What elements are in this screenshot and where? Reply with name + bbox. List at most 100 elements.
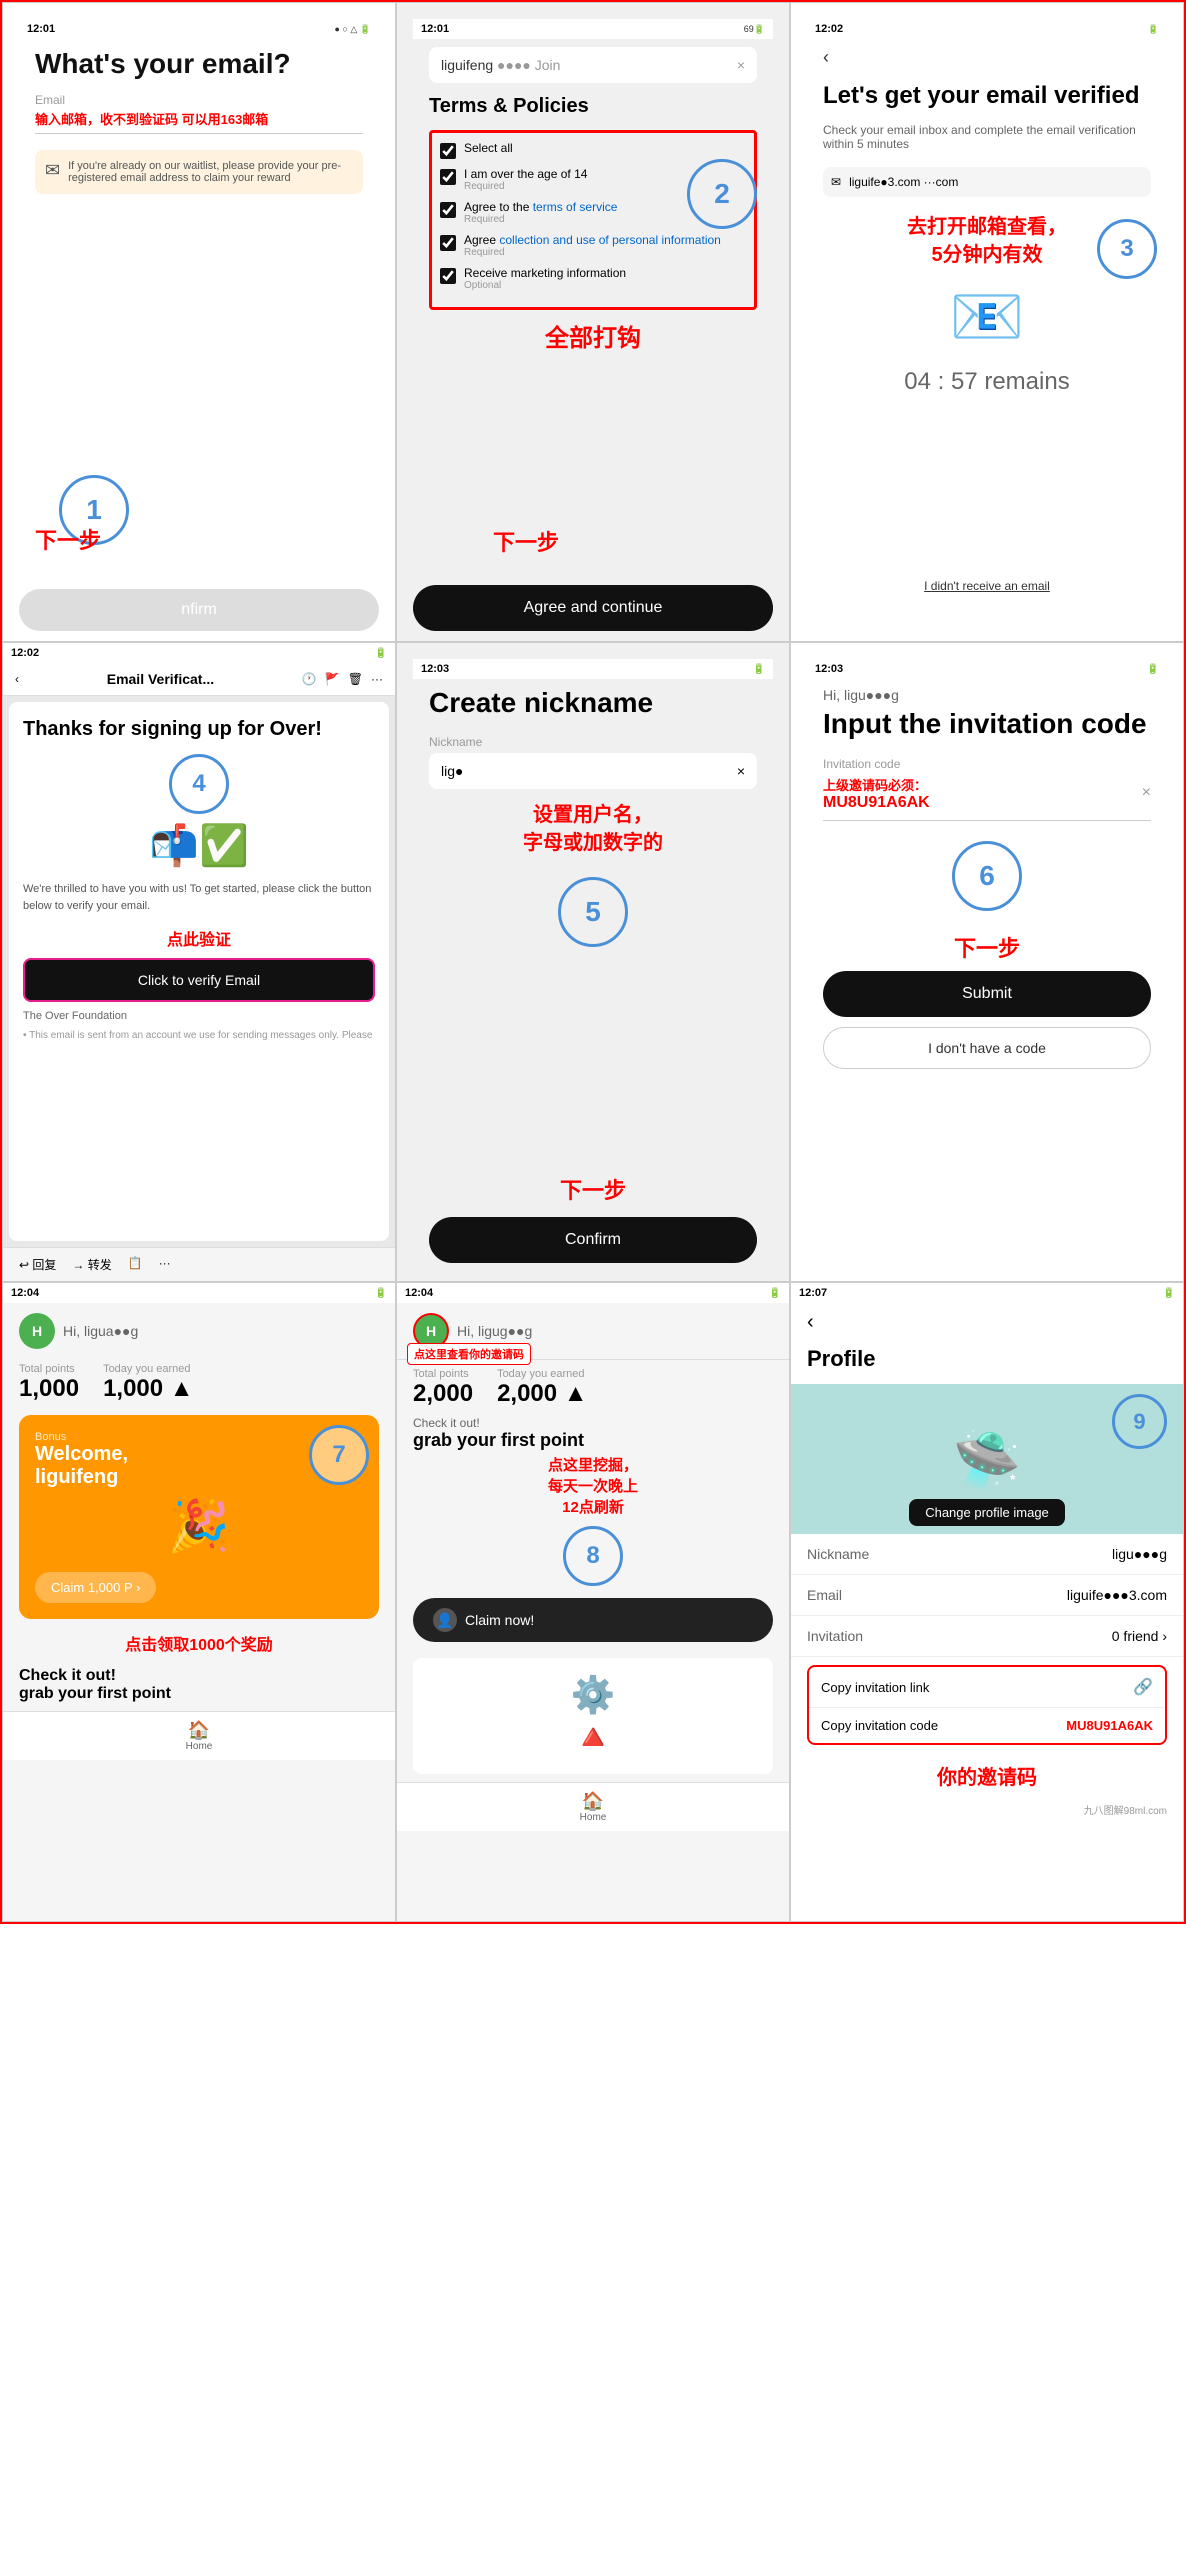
confirm-button-5[interactable]: Confirm bbox=[429, 1217, 757, 1263]
clear-inv-icon[interactable]: × bbox=[1142, 784, 1151, 802]
cell-terms: 12:01 69🔋 liguifeng ●●●● Join × Terms & … bbox=[396, 2, 790, 642]
email-nav-title: Email Verificat... bbox=[107, 671, 214, 687]
grab-title-8: grab your first point bbox=[397, 1430, 789, 1451]
email-row-label: Email bbox=[807, 1587, 842, 1603]
checkbox-select-all[interactable]: Select all bbox=[440, 141, 746, 159]
time-3: 12:02 bbox=[815, 23, 843, 35]
notice-icon: ✉ bbox=[45, 160, 60, 184]
checkbox-marketing[interactable]: Receive marketing information Optional bbox=[440, 266, 746, 291]
cell-email-input: 12:01 ● ○ △ 🔋 What's your email? Email 输… bbox=[2, 2, 396, 642]
back-arrow-4[interactable]: ‹ bbox=[15, 672, 19, 686]
nickname-row: Nickname ligu●●●g bbox=[791, 1534, 1183, 1575]
forward-button[interactable]: → 转发 bbox=[72, 1256, 111, 1273]
copy-link-label: Copy invitation link bbox=[821, 1680, 929, 1695]
nickname-title: Create nickname bbox=[429, 687, 757, 719]
terms-title: Terms & Policies bbox=[429, 95, 757, 118]
cell-invitation-code: 12:03 🔋 Hi, ligu●●●g Input the invitatio… bbox=[790, 642, 1184, 1282]
trash-icon[interactable]: 🗑 bbox=[348, 672, 363, 686]
disclaimer-text: • This email is sent from an account we … bbox=[23, 1030, 375, 1041]
back-button-9[interactable]: ‹ bbox=[807, 1311, 1167, 1334]
cell-dashboard-claim: 12:04 🔋 H Hi, ligug●●g 点这里查看你的邀请码 Total … bbox=[396, 1282, 790, 1922]
profile-avatar-icon: 🛸 bbox=[953, 1428, 1021, 1493]
confirm-button-1[interactable]: nfirm bbox=[19, 589, 379, 631]
email-row-value: liguife●●●3.com bbox=[1067, 1587, 1167, 1603]
claim-now-button[interactable]: 👤 Claim now! bbox=[413, 1598, 773, 1642]
nickname-input[interactable]: lig● × bbox=[429, 753, 757, 789]
foundation-text: The Over Foundation bbox=[23, 1010, 375, 1022]
invitation-title: Input the invitation code bbox=[823, 707, 1151, 741]
step-number-7: 7 bbox=[309, 1425, 369, 1485]
nickname-field-label: Nickname bbox=[429, 735, 757, 749]
flag-icon: 🚩 bbox=[325, 672, 340, 686]
email-display-3: ✉ liguife●3.com ···com bbox=[823, 167, 1151, 197]
greeting-6: Hi, ligu●●●g bbox=[823, 687, 1151, 703]
copy-code-row[interactable]: Copy invitation code MU8U91A6AK bbox=[809, 1708, 1165, 1743]
clear-icon[interactable]: × bbox=[737, 763, 745, 779]
status-bar-9: 12:07 🔋 bbox=[791, 1283, 1183, 1303]
copy-button[interactable]: 📋 bbox=[128, 1256, 143, 1273]
icons-3: 🔋 bbox=[1148, 24, 1159, 35]
checkbox-personal[interactable]: Agree collection and use of personal inf… bbox=[440, 233, 746, 258]
copy-code-label: Copy invitation code bbox=[821, 1718, 938, 1733]
invitation-code-box: Copy invitation link 🔗 Copy invitation c… bbox=[807, 1665, 1167, 1745]
nickname-row-label: Nickname bbox=[807, 1546, 869, 1562]
email-body-text: We're thrilled to have you with us! To g… bbox=[23, 881, 375, 914]
step-number-3: 3 bbox=[1097, 219, 1157, 279]
time-4: 12:02 bbox=[11, 647, 39, 659]
home-tab-8[interactable]: 🏠 Home bbox=[580, 1791, 607, 1823]
email-hint-red: 输入邮箱，收不到验证码 可以用163邮箱 bbox=[35, 111, 363, 134]
checkbox-age-label: I am over the age of 14 bbox=[464, 167, 587, 181]
avatar-note: 点这里查看你的邀请码 bbox=[407, 1343, 531, 1365]
time-7: 12:04 bbox=[11, 1287, 39, 1299]
email-body-card: Thanks for signing up for Over! 4 📬✅ We'… bbox=[9, 702, 389, 1241]
submit-button[interactable]: Submit bbox=[823, 971, 1151, 1017]
step-number-8: 8 bbox=[563, 1526, 623, 1586]
status-bar-1: 12:01 ● ○ △ 🔋 bbox=[19, 19, 379, 39]
total-points-stat: Total points 1,000 bbox=[19, 1363, 79, 1403]
claim-points-button[interactable]: Claim 1,000 P › bbox=[35, 1572, 156, 1603]
email-page-title: What's your email? bbox=[35, 47, 363, 81]
invitation-code-display: MU8U91A6AK bbox=[1066, 1718, 1153, 1733]
invitation-code-row: 上级邀请码必须： MU8U91A6AK × bbox=[823, 775, 1151, 821]
back-button-3[interactable]: ‹ bbox=[823, 47, 1151, 68]
bottom-nav-7: 🏠 Home bbox=[3, 1711, 395, 1760]
more-actions-button[interactable]: ··· bbox=[159, 1256, 171, 1273]
copy-link-row[interactable]: Copy invitation link 🔗 bbox=[809, 1667, 1165, 1708]
invitation-row-label: Invitation bbox=[807, 1628, 863, 1644]
status-bar-7: 12:04 🔋 bbox=[3, 1283, 395, 1303]
verified-subtitle: Check your email inbox and complete the … bbox=[823, 123, 1151, 151]
app-header-7: H Hi, ligua●●g bbox=[3, 1303, 395, 1359]
action-bar-4: ↩ 回复 → 转发 📋 ··· bbox=[3, 1247, 395, 1281]
change-profile-image-button[interactable]: Change profile image bbox=[909, 1499, 1065, 1526]
total-points-8: Total points 2,000 bbox=[413, 1368, 473, 1408]
step-number-5: 5 bbox=[558, 877, 628, 947]
section-label-8: Check it out! bbox=[397, 1416, 789, 1430]
step-circle-4: 4 bbox=[23, 754, 375, 814]
reply-button[interactable]: ↩ 回复 bbox=[19, 1256, 56, 1273]
email-field-label: Email bbox=[35, 93, 363, 107]
your-code-label: 你的邀请码 bbox=[791, 1753, 1183, 1798]
agree-button[interactable]: Agree and continue bbox=[413, 585, 773, 631]
home-tab-7[interactable]: 🏠 Home bbox=[186, 1720, 213, 1752]
earned-today-8: Today you earned 2,000 ▲ bbox=[497, 1368, 587, 1408]
status-bar-8: 12:04 🔋 bbox=[397, 1283, 789, 1303]
checkbox-marketing-label: Receive marketing information bbox=[464, 266, 626, 280]
invitation-row: Invitation 0 friend › bbox=[791, 1616, 1183, 1657]
step-number-2: 2 bbox=[687, 159, 757, 229]
verify-email-button[interactable]: Click to verify Email bbox=[23, 958, 375, 1002]
claim-hint-red: 点击领取1000个奖励 bbox=[19, 1631, 379, 1655]
time-8: 12:04 bbox=[405, 1287, 433, 1299]
cone-icon-8: 🔺 bbox=[571, 1716, 616, 1758]
invitation-row-value: 0 friend › bbox=[1112, 1628, 1167, 1644]
red-checkmark-label: 全部打钩 bbox=[429, 318, 757, 353]
countdown-timer: 04 : 57 remains bbox=[823, 368, 1151, 396]
gear-icon-8: ⚙️ bbox=[571, 1674, 616, 1716]
claim-avatar-icon: 👤 bbox=[433, 1608, 457, 1632]
link-icon: 🔗 bbox=[1133, 1677, 1153, 1697]
next-label-2: 下一步 bbox=[493, 525, 559, 557]
more-icon[interactable]: ··· bbox=[371, 672, 383, 686]
resend-link[interactable]: I didn't receive an email bbox=[807, 567, 1167, 605]
cell-email-verified: 12:02 🔋 ‹ Let's get your email verified … bbox=[790, 2, 1184, 642]
no-code-button[interactable]: I don't have a code bbox=[823, 1027, 1151, 1069]
bonus-card-7: Bonus Welcome, liguifeng 🎉 Claim 1,000 P… bbox=[19, 1415, 379, 1619]
